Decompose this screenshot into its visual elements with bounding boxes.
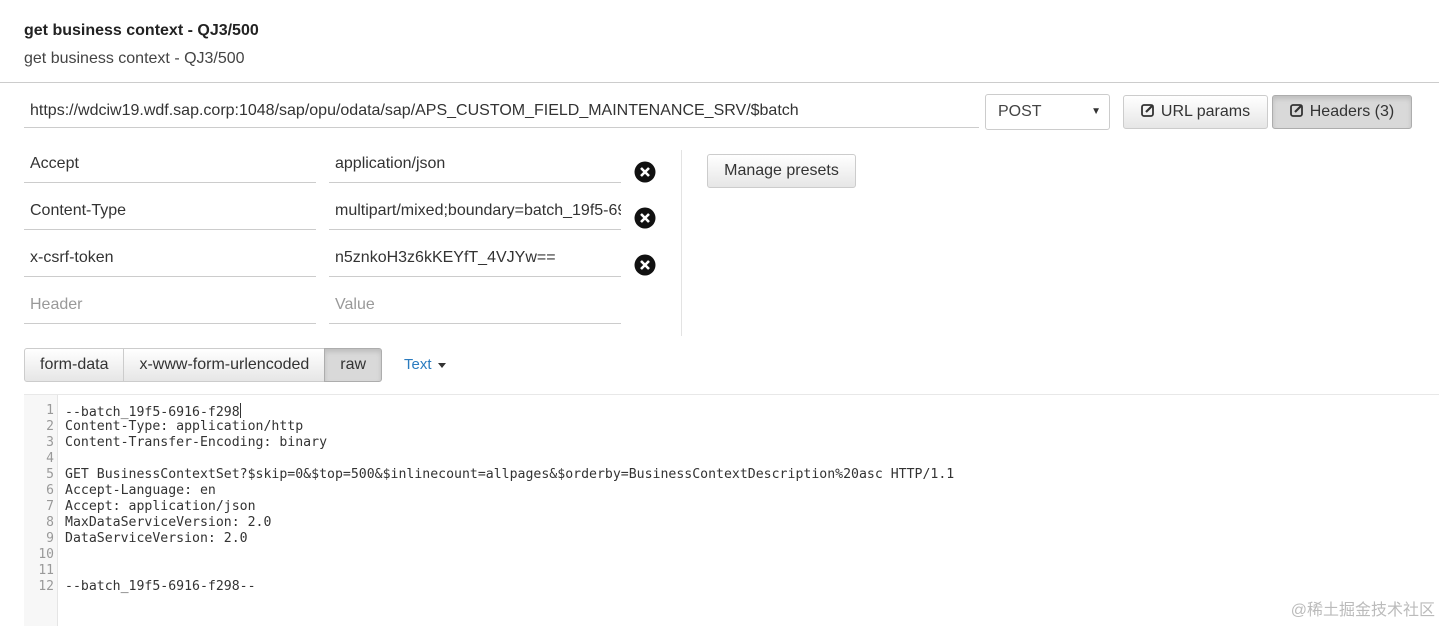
edit-icon: [1140, 104, 1154, 118]
line-number-gutter: 1 2 3 4 5 6 7 8 9 10 11 12: [24, 395, 58, 626]
line-number: 8: [46, 515, 54, 530]
select-arrow-icon: ▼: [1091, 106, 1101, 117]
line-number: 12: [38, 579, 54, 594]
headers-label: Headers (3): [1309, 103, 1395, 120]
remove-header-icon[interactable]: [634, 254, 656, 276]
code-line: Content-Type: application/http: [65, 419, 304, 434]
header-key-field[interactable]: Accept: [24, 145, 316, 183]
new-header-value-field[interactable]: Value: [329, 286, 621, 324]
method-select[interactable]: POST ▼: [985, 94, 1110, 130]
column-divider: [681, 150, 682, 336]
header-value-field[interactable]: multipart/mixed;boundary=batch_19f5-6916…: [329, 192, 621, 230]
manage-presets-button[interactable]: Manage presets: [707, 154, 856, 188]
request-subtitle: get business context - QJ3/500: [24, 50, 245, 67]
line-number: 3: [46, 435, 54, 450]
line-number: 4: [46, 451, 54, 466]
code-line: Content-Transfer-Encoding: binary: [65, 435, 328, 450]
url-params-button[interactable]: URL params: [1123, 95, 1268, 129]
method-value: POST: [998, 103, 1042, 120]
code-line: Accept-Language: en: [65, 483, 216, 498]
request-title: get business context - QJ3/500: [24, 22, 259, 39]
line-number: 11: [38, 563, 54, 578]
urlencoded-tab[interactable]: x-www-form-urlencoded: [123, 348, 326, 382]
remove-header-icon[interactable]: [634, 161, 656, 183]
line-number: 2: [46, 419, 54, 434]
text-cursor: [239, 403, 241, 418]
code-line: Accept: application/json: [65, 499, 256, 514]
code-line: MaxDataServiceVersion: 2.0: [65, 515, 272, 530]
body-editor[interactable]: 1 2 3 4 5 6 7 8 9 10 11 12 --batch_19f5-…: [24, 394, 1439, 626]
line-number: 10: [38, 547, 54, 562]
edit-icon: [1289, 104, 1303, 118]
line-number: 7: [46, 499, 54, 514]
code-line: GET BusinessContextSet?$skip=0&$top=500&…: [65, 467, 955, 482]
body-type-group: form-data x-www-form-urlencoded raw: [24, 348, 383, 382]
raw-mode-dropdown[interactable]: Text: [404, 356, 446, 373]
header-value-field[interactable]: n5znkoH3z6kKEYfT_4VJYw==: [329, 239, 621, 277]
code-line: DataServiceVersion: 2.0: [65, 531, 248, 546]
code-line-text: --batch_19f5-6916-f298: [65, 405, 240, 420]
new-header-key-field[interactable]: Header: [24, 286, 316, 324]
line-number: 6: [46, 483, 54, 498]
line-number: 5: [46, 467, 54, 482]
line-number: 9: [46, 531, 54, 546]
raw-tab[interactable]: raw: [324, 348, 383, 382]
request-header: get business context - QJ3/500 get busin…: [0, 0, 1439, 83]
header-value-field[interactable]: application/json: [329, 145, 621, 183]
header-key-field[interactable]: x-csrf-token: [24, 239, 316, 277]
watermark: @稀土掘金技术社区: [1290, 602, 1435, 619]
remove-header-icon[interactable]: [634, 207, 656, 229]
line-number: 1: [46, 403, 54, 418]
caret-down-icon: [437, 362, 446, 368]
url-input[interactable]: [24, 94, 979, 128]
raw-mode-label: Text: [404, 356, 432, 373]
code-line: --batch_19f5-6916-f298--: [65, 579, 256, 594]
headers-button[interactable]: Headers (3): [1272, 95, 1412, 129]
header-key-field[interactable]: Content-Type: [24, 192, 316, 230]
form-data-tab[interactable]: form-data: [24, 348, 125, 382]
url-params-label: URL params: [1160, 103, 1251, 120]
